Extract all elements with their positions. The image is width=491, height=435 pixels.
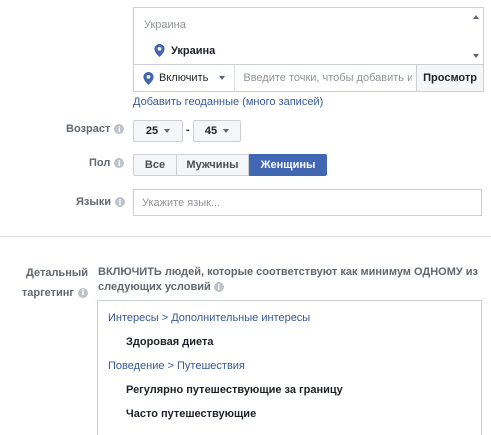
browse-button[interactable]: Просмотр [416,65,483,91]
age-max-dropdown[interactable]: 45 [193,120,241,142]
gender-selector: Все Мужчины Женщины [133,154,327,176]
age-separator: - [186,124,190,136]
gender-label-row: Пол i [89,157,125,169]
detailed-targeting-label-row2: таргетинг i [0,283,88,303]
info-icon[interactable]: i [114,124,125,134]
location-list-scrollbar[interactable] [469,8,483,65]
targeting-selected-item[interactable]: Часто путешествующие [126,408,256,420]
location-list: Украина Украина [133,7,484,65]
bulk-add-locations-link[interactable]: Добавить геоданные (много записей) [133,96,323,108]
detailed-targeting-description: ВКЛЮЧИТЬ людей, которые соответствуют ка… [98,265,483,295]
detailed-targeting-label-line1: Детальный [26,267,88,279]
selected-location[interactable]: Украина [154,44,215,57]
chevron-down-icon [164,129,171,133]
info-icon[interactable]: i [78,288,88,298]
scroll-down-icon[interactable] [473,54,479,58]
info-icon[interactable]: i [115,197,126,207]
location-search-bar: Включить Просмотр [133,64,484,92]
location-search-input[interactable] [235,65,417,91]
age-max-value: 45 [204,125,218,137]
info-icon[interactable]: i [213,282,224,293]
info-icon[interactable]: i [114,158,125,168]
language-input[interactable] [133,189,482,216]
age-min-value: 25 [145,125,159,137]
gender-option-men[interactable]: Мужчины [177,154,249,176]
location-pin-icon [143,71,154,85]
location-country-header: Украина [144,19,186,31]
selected-location-label: Украина [171,44,216,57]
languages-label: Языки [76,196,112,208]
detailed-targeting-label: Детальный таргетинг i [0,263,88,303]
languages-label-row: Языки i [76,196,126,208]
age-label: Возраст [66,123,111,135]
chevron-down-icon [223,129,230,133]
gender-option-women[interactable]: Женщины [249,154,327,176]
targeting-category-path[interactable]: Интересы > Дополнительные интересы [108,312,310,324]
gender-option-all[interactable]: Все [133,154,177,176]
detailed-targeting-label-line2: таргетинг [21,287,74,299]
age-label-row: Возраст i [66,123,125,135]
targeting-selected-item[interactable]: Регулярно путешествующие за границу [126,384,343,396]
detailed-targeting-description-text: ВКЛЮЧИТЬ людей, которые соответствуют ка… [98,266,479,293]
targeting-selections-box: Интересы > Дополнительные интересы Здоро… [97,300,482,435]
section-divider [0,236,491,237]
include-dropdown[interactable]: Включить [134,65,236,91]
gender-label: Пол [89,157,111,169]
targeting-category-path[interactable]: Поведение > Путешествия [108,360,245,372]
chevron-down-icon [219,76,226,80]
scroll-up-icon[interactable] [473,15,479,19]
location-pin-icon [154,44,165,57]
include-label: Включить [159,72,209,84]
age-min-dropdown[interactable]: 25 [133,120,183,142]
targeting-selected-item[interactable]: Здоровая диета [126,336,213,348]
